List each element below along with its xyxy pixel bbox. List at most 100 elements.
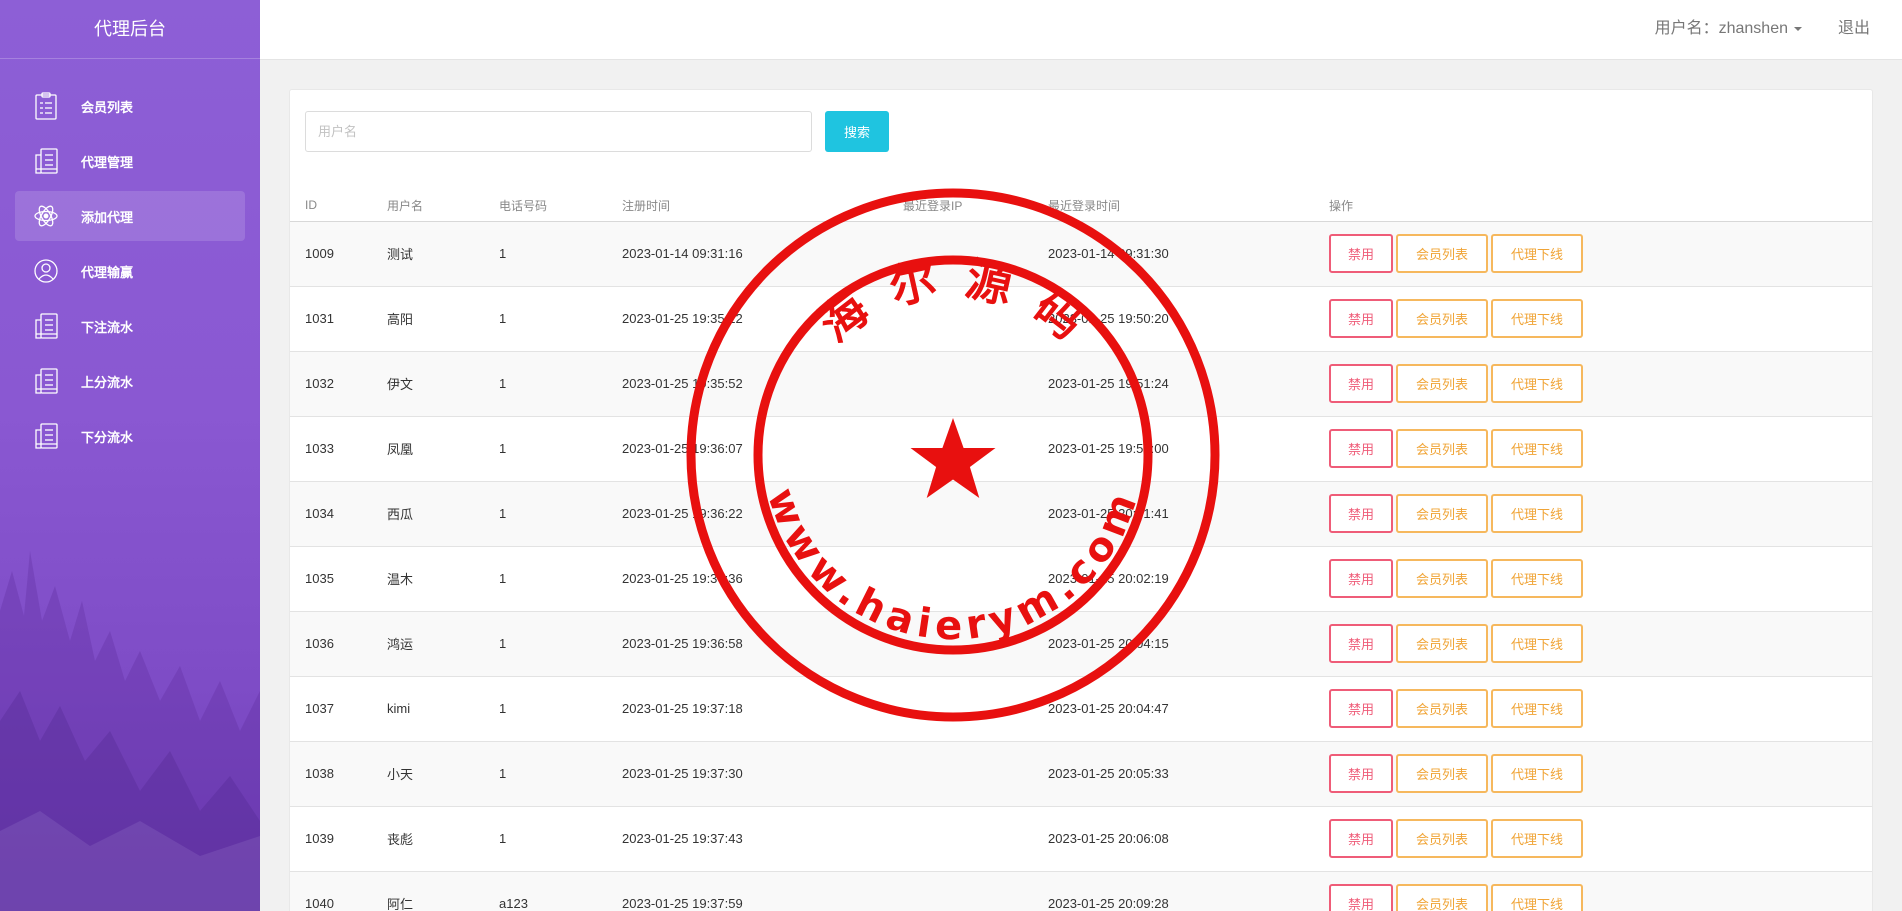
cell-last-login: 2023-01-25 19:51:24 bbox=[1048, 351, 1329, 417]
logout-link[interactable]: 退出 bbox=[1838, 0, 1870, 58]
table-row: 1037 kimi 1 2023-01-25 19:37:18 2023-01-25 2… bbox=[290, 676, 1872, 742]
table-row: 1035 温木 1 2023-01-25 19:36:36 2023-01-25 20:… bbox=[290, 546, 1872, 612]
cell-register-time: 2023-01-25 19:36:07 bbox=[622, 416, 903, 482]
agent-offline-button[interactable]: 代理下线 bbox=[1491, 884, 1583, 911]
cell-username: 阿仁 bbox=[387, 871, 499, 911]
cell-phone: 1 bbox=[499, 741, 622, 807]
cell-last-login: 2023-01-25 20:05:33 bbox=[1048, 741, 1329, 807]
cell-register-time: 2023-01-25 19:37:30 bbox=[622, 741, 903, 807]
search-bar: 搜索 bbox=[305, 111, 889, 152]
sidebar-item-agent-management[interactable]: 代理管理 bbox=[15, 136, 245, 186]
agent-offline-button[interactable]: 代理下线 bbox=[1491, 689, 1583, 728]
cell-phone: 1 bbox=[499, 546, 622, 612]
cell-register-time: 2023-01-14 09:31:16 bbox=[622, 221, 903, 287]
cell-phone: 1 bbox=[499, 221, 622, 287]
member-list-button[interactable]: 会员列表 bbox=[1396, 299, 1488, 338]
column-header-register-time: 注册时间 bbox=[622, 190, 903, 222]
cell-id: 1039 bbox=[290, 806, 387, 872]
cell-last-ip bbox=[903, 806, 1048, 872]
table-row: 1040 阿仁 a123 2023-01-25 19:37:59 2023-01-25 … bbox=[290, 871, 1872, 911]
table-row: 1032 伊文 1 2023-01-25 19:35:52 2023-01-25 19:… bbox=[290, 351, 1872, 417]
search-input[interactable] bbox=[305, 111, 812, 152]
cell-last-login: 2023-01-25 20:01:41 bbox=[1048, 481, 1329, 547]
sidebar-item-agent-win-loss[interactable]: 代理输赢 bbox=[15, 246, 245, 296]
agent-offline-button[interactable]: 代理下线 bbox=[1491, 364, 1583, 403]
agent-offline-button[interactable]: 代理下线 bbox=[1491, 429, 1583, 468]
cell-username: 丧彪 bbox=[387, 806, 499, 872]
user-dropdown[interactable]: 用户名：zhanshen bbox=[1655, 0, 1802, 58]
cell-actions: 禁用 会员列表 代理下线 bbox=[1329, 481, 1872, 547]
search-button[interactable]: 搜索 bbox=[825, 111, 889, 152]
cell-actions: 禁用 会员列表 代理下线 bbox=[1329, 871, 1872, 911]
cell-register-time: 2023-01-25 19:37:59 bbox=[622, 871, 903, 911]
sidebar-item-deposit-flow[interactable]: 上分流水 bbox=[15, 356, 245, 406]
cell-register-time: 2023-01-25 19:36:58 bbox=[622, 611, 903, 677]
cell-username: kimi bbox=[387, 676, 499, 742]
member-list-button[interactable]: 会员列表 bbox=[1396, 364, 1488, 403]
cell-last-ip bbox=[903, 286, 1048, 352]
agent-offline-button[interactable]: 代理下线 bbox=[1491, 819, 1583, 858]
sidebar-item-add-agent[interactable]: 添加代理 bbox=[15, 191, 245, 241]
ban-button[interactable]: 禁用 bbox=[1329, 299, 1393, 338]
ban-button[interactable]: 禁用 bbox=[1329, 234, 1393, 273]
cell-username: 测试 bbox=[387, 221, 499, 287]
member-list-button[interactable]: 会员列表 bbox=[1396, 624, 1488, 663]
cell-username: 小天 bbox=[387, 741, 499, 807]
agent-offline-button[interactable]: 代理下线 bbox=[1491, 234, 1583, 273]
cell-phone: a123 bbox=[499, 871, 622, 911]
sidebar-item-member-list[interactable]: 会员列表 bbox=[15, 81, 245, 131]
table-row: 1039 丧彪 1 2023-01-25 19:37:43 2023-01-25 20:… bbox=[290, 806, 1872, 872]
member-list-button[interactable]: 会员列表 bbox=[1396, 429, 1488, 468]
cell-id: 1037 bbox=[290, 676, 387, 742]
sidebar-menu: 会员列表 代理管理 添加代理 代理输赢 下注流水 上分流水 下分流水 bbox=[0, 81, 260, 461]
member-list-button[interactable]: 会员列表 bbox=[1396, 689, 1488, 728]
member-list-button[interactable]: 会员列表 bbox=[1396, 559, 1488, 598]
cell-last-login: 2023-01-25 20:04:47 bbox=[1048, 676, 1329, 742]
member-list-button[interactable]: 会员列表 bbox=[1396, 819, 1488, 858]
ban-button[interactable]: 禁用 bbox=[1329, 559, 1393, 598]
member-list-button[interactable]: 会员列表 bbox=[1396, 234, 1488, 273]
cell-actions: 禁用 会员列表 代理下线 bbox=[1329, 286, 1872, 352]
cell-actions: 禁用 会员列表 代理下线 bbox=[1329, 546, 1872, 612]
cell-last-ip bbox=[903, 481, 1048, 547]
member-list-button[interactable]: 会员列表 bbox=[1396, 494, 1488, 533]
table-row: 1034 西瓜 1 2023-01-25 19:36:22 2023-01-25 20:… bbox=[290, 481, 1872, 547]
ban-button[interactable]: 禁用 bbox=[1329, 754, 1393, 793]
ban-button[interactable]: 禁用 bbox=[1329, 624, 1393, 663]
agent-offline-button[interactable]: 代理下线 bbox=[1491, 624, 1583, 663]
ban-button[interactable]: 禁用 bbox=[1329, 364, 1393, 403]
agent-offline-button[interactable]: 代理下线 bbox=[1491, 754, 1583, 793]
cell-username: 西瓜 bbox=[387, 481, 499, 547]
cell-last-login: 2023-01-25 20:06:08 bbox=[1048, 806, 1329, 872]
cell-last-login: 2023-01-25 20:04:15 bbox=[1048, 611, 1329, 677]
table-body: 1009 测试 1 2023-01-14 09:31:16 2023-01-14 09:… bbox=[290, 221, 1872, 911]
cell-phone: 1 bbox=[499, 676, 622, 742]
cell-username: 伊文 bbox=[387, 351, 499, 417]
cell-phone: 1 bbox=[499, 481, 622, 547]
agent-table: ID 用户名 电话号码 注册时间 最近登录IP 最近登录时间 操作 1009 测试… bbox=[290, 190, 1872, 911]
column-header-actions: 操作 bbox=[1329, 190, 1872, 222]
ban-button[interactable]: 禁用 bbox=[1329, 429, 1393, 468]
ban-button[interactable]: 禁用 bbox=[1329, 689, 1393, 728]
cell-username: 高阳 bbox=[387, 286, 499, 352]
atom-icon bbox=[33, 201, 59, 231]
cell-id: 1032 bbox=[290, 351, 387, 417]
topbar: 用户名：zhanshen 退出 bbox=[260, 0, 1902, 60]
cell-username: 温木 bbox=[387, 546, 499, 612]
member-list-button[interactable]: 会员列表 bbox=[1396, 754, 1488, 793]
agent-offline-button[interactable]: 代理下线 bbox=[1491, 299, 1583, 338]
member-list-button[interactable]: 会员列表 bbox=[1396, 884, 1488, 911]
agent-offline-button[interactable]: 代理下线 bbox=[1491, 559, 1583, 598]
cell-actions: 禁用 会员列表 代理下线 bbox=[1329, 741, 1872, 807]
ban-button[interactable]: 禁用 bbox=[1329, 884, 1393, 911]
ban-button[interactable]: 禁用 bbox=[1329, 494, 1393, 533]
cell-actions: 禁用 会员列表 代理下线 bbox=[1329, 611, 1872, 677]
agent-offline-button[interactable]: 代理下线 bbox=[1491, 494, 1583, 533]
cell-actions: 禁用 会员列表 代理下线 bbox=[1329, 676, 1872, 742]
cell-actions: 禁用 会员列表 代理下线 bbox=[1329, 806, 1872, 872]
ban-button[interactable]: 禁用 bbox=[1329, 819, 1393, 858]
sidebar-item-label: 代理管理 bbox=[81, 154, 134, 170]
cell-username: 凤凰 bbox=[387, 416, 499, 482]
sidebar-item-withdraw-flow[interactable]: 下分流水 bbox=[15, 411, 245, 461]
sidebar-item-bet-flow[interactable]: 下注流水 bbox=[15, 301, 245, 351]
